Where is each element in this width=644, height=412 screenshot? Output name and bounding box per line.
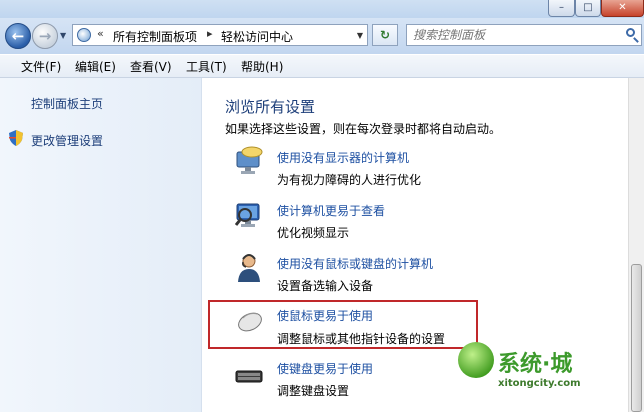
vertical-scrollbar[interactable] (628, 78, 644, 412)
desc-use-computer-without-display: 为有视力障碍的人进行优化 (277, 173, 422, 187)
watermark: 系统·城 xitongcity.com (458, 338, 608, 398)
display-speech-icon (236, 146, 263, 174)
keyboard-icon (235, 370, 263, 383)
refresh-button[interactable]: ↻ (372, 24, 398, 46)
link-make-computer-easier-to-see[interactable]: 使计算机更易于查看 (277, 202, 385, 219)
refresh-icon: ↻ (379, 28, 391, 42)
page-description: 如果选择这些设置，则在每次登录时都将自动启动。 (225, 122, 502, 136)
watermark-url: xitongcity.com (498, 378, 581, 389)
desc-use-computer-without-mouse-keyboard: 设置备选输入设备 (277, 279, 374, 293)
minimize-button[interactable]: – (548, 0, 575, 17)
search-box[interactable] (406, 24, 642, 46)
back-arrow-icon: ← (11, 27, 25, 45)
scrollbar-thumb[interactable] (631, 264, 642, 412)
recent-pages-dropdown-icon[interactable]: ▼ (60, 31, 70, 41)
search-input[interactable] (413, 27, 613, 43)
address-bar[interactable]: « 所有控制面板项 ▸ 轻松访问中心 ▼ (72, 24, 368, 46)
menu-bar: 文件(F) 编辑(E) 查看(V) 工具(T) 帮助(H) (0, 55, 644, 78)
link-use-computer-without-mouse-keyboard[interactable]: 使用没有鼠标或键盘的计算机 (277, 255, 433, 272)
maximize-button[interactable]: □ (575, 0, 601, 17)
sidebar-link-control-panel-home[interactable]: 控制面板主页 (31, 95, 103, 112)
desc-make-mouse-easier-to-use: 调整鼠标或其他指针设备的设置 (277, 332, 446, 346)
page-title: 浏览所有设置 (225, 98, 316, 116)
watermark-title: 系统·城 (498, 352, 573, 377)
menu-tools[interactable]: 工具(T) (186, 58, 227, 75)
address-overflow-icon[interactable]: « (97, 27, 104, 40)
sidebar-link-change-admin-settings[interactable]: 更改管理设置 (31, 132, 103, 149)
breadcrumb-all-control-panel-items[interactable]: 所有控制面板项 (113, 28, 197, 45)
close-button[interactable]: ✕ (601, 0, 644, 17)
magnifier-monitor-icon (235, 203, 260, 227)
link-make-mouse-easier-to-use[interactable]: 使鼠标更易于使用 (277, 307, 373, 324)
sidebar: 控制面板主页 更改管理设置 (0, 78, 202, 412)
navigation-bar: ← → ▼ « 所有控制面板项 ▸ 轻松访问中心 ▼ ↻ (0, 18, 644, 54)
breadcrumb-separator-icon[interactable]: ▸ (207, 27, 213, 40)
mouse-icon (238, 312, 262, 332)
desc-make-computer-easier-to-see: 优化视频显示 (277, 226, 350, 240)
menu-edit[interactable]: 编辑(E) (75, 58, 116, 75)
forward-button[interactable]: → (32, 23, 58, 49)
menu-view[interactable]: 查看(V) (130, 58, 172, 75)
uac-shield-icon (9, 130, 23, 146)
control-panel-icon (77, 28, 91, 42)
forward-arrow-icon: → (38, 27, 52, 45)
desc-make-keyboard-easier-to-use: 调整键盘设置 (277, 384, 350, 398)
person-headset-icon (238, 254, 260, 282)
watermark-logo-icon (458, 342, 494, 378)
address-dropdown-icon[interactable]: ▼ (357, 31, 363, 40)
back-button[interactable]: ← (5, 23, 31, 49)
menu-help[interactable]: 帮助(H) (241, 58, 283, 75)
link-use-computer-without-display[interactable]: 使用没有显示器的计算机 (277, 149, 409, 166)
link-make-keyboard-easier-to-use[interactable]: 使键盘更易于使用 (277, 360, 373, 377)
breadcrumb-ease-of-access-center[interactable]: 轻松访问中心 (221, 28, 293, 45)
search-icon[interactable] (626, 28, 635, 37)
menu-file[interactable]: 文件(F) (21, 58, 61, 75)
